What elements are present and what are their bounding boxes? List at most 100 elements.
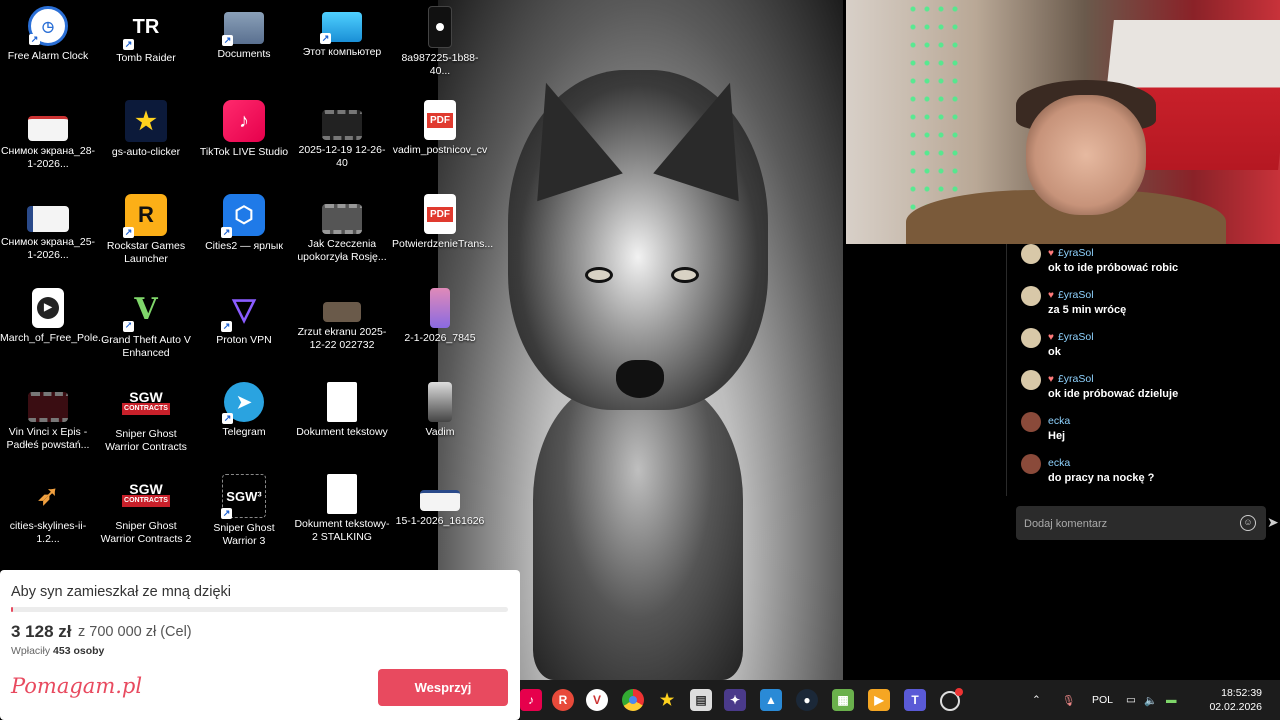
star-taskbar-icon[interactable]: ★ [656, 689, 678, 711]
desktop-icon-documents[interactable]: ↗ Documents [196, 2, 292, 61]
desktop-icon-video-czeczenia[interactable]: Jak Czeczenia upokorzyła Rosję... [294, 190, 390, 264]
desktop-icon-this-computer[interactable]: ↗ Этот компьютер [294, 2, 390, 59]
desktop-icon-image-2-1-2026[interactable]: 2-1-2026_7845 [392, 284, 488, 345]
icon-label: cities-skylines-ii-1.2... [9, 520, 87, 545]
rockstar-icon: R ↗ [123, 194, 167, 238]
screenshot-icon [323, 302, 361, 322]
steam-taskbar-icon[interactable]: ● [796, 689, 818, 711]
cities2-icon: ⬡ ↗ [221, 194, 265, 238]
gta-v-icon: V ↗ [123, 291, 158, 332]
chat-username: ecka [1048, 457, 1071, 469]
desktop-icon-proton-vpn[interactable]: ▽ ↗ Proton VPN [196, 284, 292, 347]
photos-taskbar-icon[interactable]: ▲ [760, 689, 782, 711]
wolf-ear-right [653, 68, 773, 202]
wolf-nose [616, 360, 664, 398]
battery-icon[interactable]: ▬ [1166, 680, 1177, 720]
desktop-icon-sgw-contracts[interactable]: SGW CONTRACTS Sniper Ghost Warrior Contra… [98, 378, 194, 454]
desktop-icon-screenshot-28[interactable]: Снимок экрана_28-1-2026... [0, 96, 96, 171]
sgw3-icon: SGW³ ↗ [221, 474, 266, 519]
pomagam-logo: Pomagam.pl [11, 674, 143, 698]
icon-label: Sniper Ghost Warrior Contracts 2 [100, 520, 192, 545]
desktop-icon-vadim[interactable]: Vadim [392, 378, 488, 439]
wolf-eye-left [588, 270, 610, 280]
icon-label: Free Alarm Clock [7, 50, 89, 62]
desktop-icon-pdf-potwierdzenie[interactable]: PDF PotwierdzenieTrans... [392, 190, 494, 251]
desktop-icon-screenshot-25[interactable]: Снимок экрана_25-1-2026... [0, 190, 96, 262]
tiktok-taskbar-icon[interactable]: ♪ [520, 689, 542, 711]
icon-label: PotwierdzenieTrans... [392, 238, 494, 250]
wolf-head [503, 68, 773, 410]
desktop-icon-pdf-vadim-cv[interactable]: PDF vadim_postnicov_cv [392, 96, 488, 157]
wolf-eye-right [674, 270, 696, 280]
desktop-icon-tiktok-live-studio[interactable]: ♪ TikTok LIVE Studio [196, 96, 292, 159]
settings-taskbar-icon[interactable] [940, 688, 963, 711]
media-player-taskbar-icon[interactable]: ▶ [868, 689, 890, 711]
icon-label: Этот компьютер [302, 46, 382, 58]
streamer-face [1026, 95, 1146, 215]
icon-label: Снимок экрана_28-1-2026... [0, 145, 96, 170]
package-taskbar-icon[interactable]: ▤ [690, 689, 712, 711]
icon-label: Jak Czeczenia upokorzyła Rosję... [297, 238, 387, 263]
network-icon[interactable]: ▭ [1126, 680, 1136, 720]
avatar [1021, 412, 1041, 432]
microphone-icon[interactable]: 🎙 [1062, 680, 1075, 720]
desktop-icon-sgw-contracts-2[interactable]: SGW CONTRACTS Sniper Ghost Warrior Contra… [98, 470, 194, 546]
desktop-icon-gs-auto-clicker[interactable]: ★ gs-auto-clicker [98, 96, 194, 159]
desktop-icon-tomb-raider[interactable]: TR ↗ Tomb Raider [98, 2, 194, 65]
desktop-icon-dokument-tekstowy-2[interactable]: Dokument tekstowy-2 STALKING [294, 470, 390, 544]
desktop-icon-sgw3[interactable]: SGW³ ↗ Sniper Ghost Warrior 3 [196, 470, 292, 548]
icon-label: Grand Theft Auto V Enhanced [101, 334, 191, 359]
icon-label: gs-auto-clicker [111, 146, 181, 158]
taskbar-clock[interactable]: 18:52:39 02.02.2026 [1209, 686, 1262, 714]
screenshot-icon [28, 116, 68, 141]
emoji-icon[interactable]: ☺ [1240, 515, 1256, 531]
volume-icon[interactable]: 🔈 [1144, 680, 1157, 720]
rockstar-taskbar-icon[interactable]: R [552, 689, 574, 711]
desktop-icon-screenshot-15-1[interactable]: 15-1-2026_161626 [392, 470, 488, 528]
heart-badge-icon: ♥ [1048, 374, 1054, 385]
desktop-icon-telegram[interactable]: ➤ ↗ Telegram [196, 378, 292, 439]
chat-text: ok [1048, 346, 1061, 358]
game-taskbar-icon[interactable]: ▦ [832, 689, 854, 711]
media-file-icon: ▶ [32, 288, 64, 328]
heart-badge-icon: ♥ [1048, 248, 1054, 259]
desktop-icon-vin-vinci[interactable]: Vin Vinci x Epis - Padłeś powstań... [0, 378, 96, 452]
icon-label: Vin Vinci x Epis - Padłeś powstań... [6, 426, 90, 451]
taskbar: ♪ R V ★ ▤ ✦ ▲ ● ▦ ▶ T ⌃ 🎙 POL ▭ 🔈 ▬ 18:5… [520, 680, 1280, 720]
tray-chevron-up-icon[interactable]: ⌃ [1032, 680, 1041, 720]
desktop-icon-image-8a987225[interactable]: 8a987225-1b88-40... [392, 2, 488, 78]
desktop-icon-rockstar-launcher[interactable]: R ↗ Rockstar Games Launcher [98, 190, 194, 266]
desktop-icon-cities2[interactable]: ⬡ ↗ Cities2 — ярлык [196, 190, 292, 253]
chat-message-list[interactable]: ♥ £yraSol ok to ide próbować robic ♥ £yraS… [1006, 244, 1280, 496]
sgw-contracts2-icon: SGW CONTRACTS [122, 474, 170, 516]
support-button[interactable]: Wesprzyj [378, 669, 508, 706]
fundraiser-progress-bar [11, 607, 508, 612]
desktop-icon-video-2025-12-19[interactable]: 2025-12-19 12-26-40 [294, 96, 390, 170]
desktop-icon-march-free-poles[interactable]: ▶ March_of_Free_Pole... [0, 284, 107, 345]
chat-username: ecka [1048, 415, 1071, 427]
desktop-icon-gta-v[interactable]: V ↗ Grand Theft Auto V Enhanced [98, 284, 194, 360]
heart-badge-icon: ♥ [1048, 332, 1054, 343]
fundraiser-goal: z 700 000 zł (Cel) [78, 624, 192, 640]
telegram-icon: ➤ ↗ [222, 382, 264, 424]
icon-label: Tomb Raider [116, 52, 176, 64]
video-file-icon [322, 204, 362, 234]
vivaldi-taskbar-icon[interactable]: V [586, 689, 608, 711]
icon-label: Cities2 — ярлык [205, 240, 283, 252]
comment-input[interactable] [1022, 513, 1236, 535]
folder-icon: ↗ [222, 12, 264, 46]
app-taskbar-icon[interactable]: ✦ [724, 689, 746, 711]
fundraiser-title: Aby syn zamieszkał ze mną dzięki [11, 584, 231, 600]
chat-text: za 5 min wrócę [1048, 304, 1127, 316]
desktop-icon-cities-skylines[interactable]: ➶ cities-skylines-ii-1.2... [0, 470, 96, 546]
video-file-icon [28, 392, 68, 422]
chrome-taskbar-icon[interactable] [622, 689, 644, 711]
send-icon[interactable]: ➤ [1267, 514, 1279, 531]
chat-text: do pracy na nockę ? [1048, 472, 1155, 484]
desktop-icon-free-alarm-clock[interactable]: ◷ ↗ Free Alarm Clock [0, 2, 96, 63]
desktop-icon-zrzut-ekranu[interactable]: Zrzut ekranu 2025-12-22 022732 [294, 284, 390, 352]
input-language[interactable]: POL [1092, 680, 1113, 720]
desktop-icon-dokument-tekstowy[interactable]: Dokument tekstowy [294, 378, 390, 439]
chat-username: ♥ £yraSol [1048, 331, 1094, 343]
teams-taskbar-icon[interactable]: T [904, 689, 926, 711]
